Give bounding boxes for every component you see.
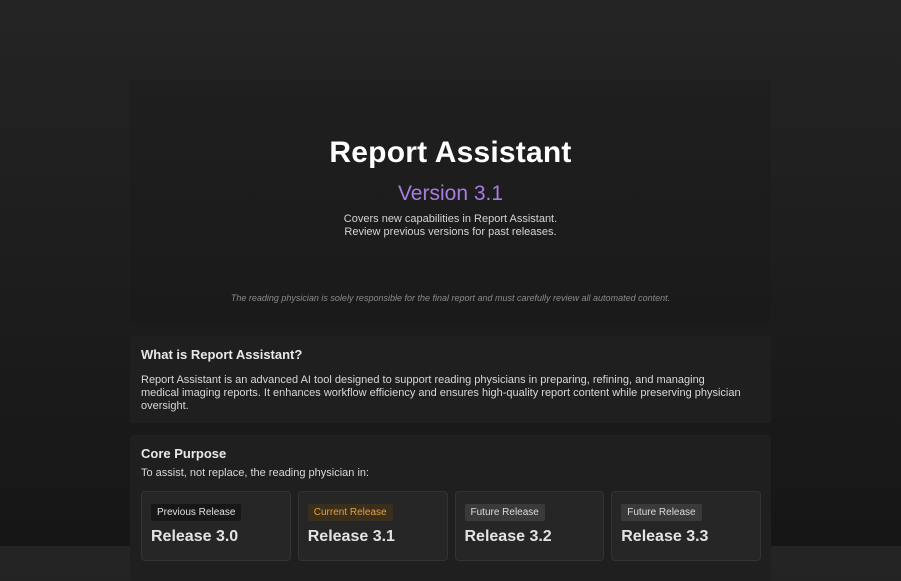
about-body: Report Assistant is an advanced AI tool … bbox=[141, 374, 741, 412]
hero-banner: Report Assistant Version 3.1 Covers new … bbox=[130, 80, 771, 323]
disclaimer-text: The reading physician is solely responsi… bbox=[230, 293, 671, 303]
release-status-badge: Previous Release bbox=[151, 504, 242, 521]
release-card-3-3[interactable]: Future Release Release 3.3 bbox=[611, 491, 761, 561]
release-notes-page: Report Assistant Version 3.1 Covers new … bbox=[130, 80, 771, 581]
hero-description-line: Review previous versions for past releas… bbox=[344, 226, 557, 238]
core-purpose-heading: Core Purpose bbox=[141, 446, 227, 461]
hero-description: Covers new capabilities in Report Assist… bbox=[130, 213, 771, 239]
release-status-badge: Current Release bbox=[307, 504, 393, 521]
core-purpose-subtitle: To assist, not replace, the reading phys… bbox=[141, 467, 370, 479]
release-status-badge: Future Release bbox=[464, 504, 545, 521]
release-card-3-0[interactable]: Previous Release Release 3.0 bbox=[141, 491, 291, 561]
about-heading: What is Report Assistant? bbox=[141, 347, 303, 362]
about-section: What is Report Assistant? Report Assista… bbox=[130, 336, 771, 423]
hero-description-line: Covers new capabilities in Report Assist… bbox=[343, 213, 558, 225]
release-status-badge: Future Release bbox=[621, 504, 702, 521]
release-card-3-2[interactable]: Future Release Release 3.2 bbox=[454, 491, 605, 561]
core-purpose-section: Core Purpose To assist, not replace, the… bbox=[130, 435, 771, 581]
release-title: Release 3.1 bbox=[307, 528, 395, 545]
page-title: Report Assistant bbox=[329, 136, 572, 169]
release-title: Release 3.3 bbox=[621, 528, 709, 545]
release-cards: Previous Release Release 3.0 Current Rel… bbox=[141, 491, 761, 561]
release-title: Release 3.2 bbox=[464, 528, 552, 545]
release-title: Release 3.0 bbox=[151, 528, 239, 545]
release-card-3-1[interactable]: Current Release Release 3.1 bbox=[297, 491, 448, 561]
version-label: Version 3.1 bbox=[397, 182, 504, 205]
